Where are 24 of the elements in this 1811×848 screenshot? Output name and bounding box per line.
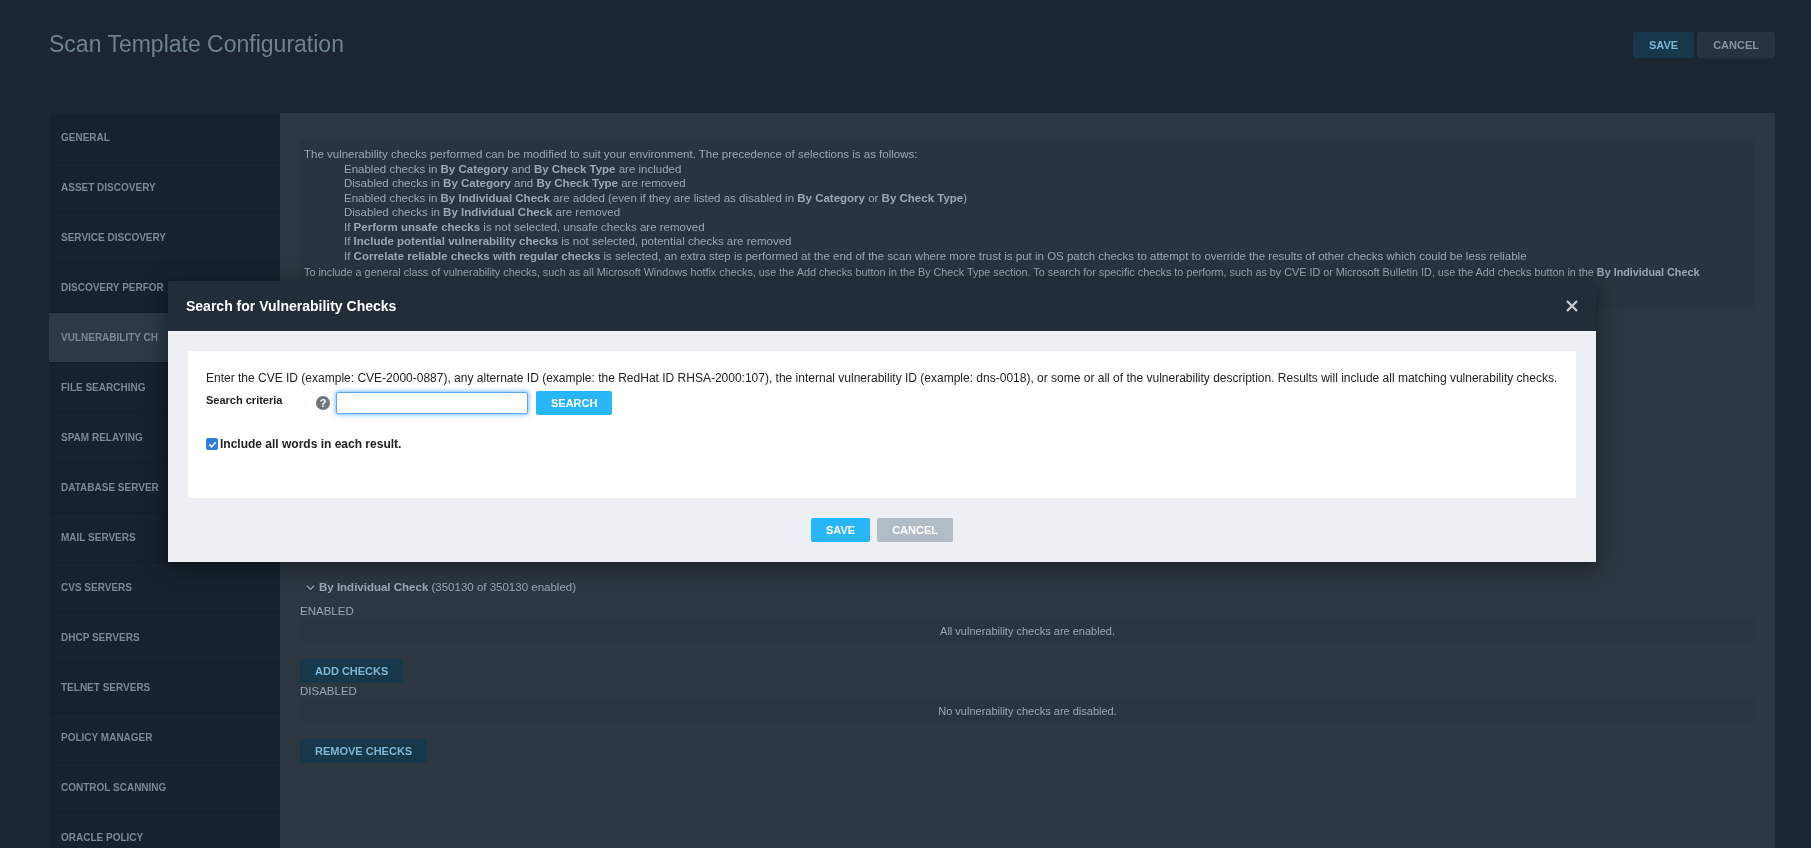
remove-checks-button[interactable]: REMOVE CHECKS — [300, 739, 428, 763]
add-checks-button[interactable]: ADD CHECKS — [300, 659, 404, 683]
rule-text: If Correlate reliable checks with regular checks is selected, an extra step is performed at the end of the scan where more trust is put in OS patch checks to attempt to override the results of other checks which could be less reliable — [344, 248, 1528, 263]
cancel-button[interactable]: CANCEL — [1697, 31, 1775, 58]
rule-text: Enabled checks in By Category and By Check Type are included — [344, 161, 683, 176]
close-icon[interactable] — [1566, 300, 1578, 312]
enabled-label: ENABLED — [300, 605, 355, 617]
section-heading[interactable]: By Individual Check (350130 of 350130 enabled) — [319, 581, 576, 593]
info-text: The vulnerability checks performed can be modified to suit your environment. The precedence of selections is as follows: — [304, 147, 919, 162]
page-title: Scan Template Configuration — [49, 31, 344, 58]
save-button[interactable]: SAVE — [1633, 31, 1695, 58]
chevron-down-icon[interactable] — [306, 582, 315, 592]
rule-text: If Include potential vulnerability checks is not selected, potential checks are removed — [344, 234, 793, 249]
disabled-label: DISABLED — [300, 685, 358, 697]
search-button[interactable]: SEARCH — [536, 391, 613, 415]
rule-text: Disabled checks in By Individual Check are removed — [344, 205, 622, 220]
checkbox[interactable] — [206, 438, 218, 450]
info-text: To include a general class of vulnerability checks, such as all Microsoft Windows hotfix checks, use the Add checks button in the By Check Type section. To search for specific checks to perform, such as by CVE ID or Microsoft Bulletin ID, use the Add checks button in the By Individual Check — [304, 265, 1701, 280]
rule-text: Disabled checks in By Category and By Check Type are removed — [344, 176, 687, 191]
rule-text: Enabled checks in By Individual Check are added (even if they are listed as disabled in By Category or By Check Type) — [344, 190, 969, 205]
rule-text: If Perform unsafe checks is not selected, unsafe checks are removed — [344, 219, 706, 234]
save-button[interactable]: SAVE — [811, 518, 871, 542]
search-field[interactable] — [336, 392, 528, 414]
help-icon[interactable]: ? — [316, 396, 330, 410]
